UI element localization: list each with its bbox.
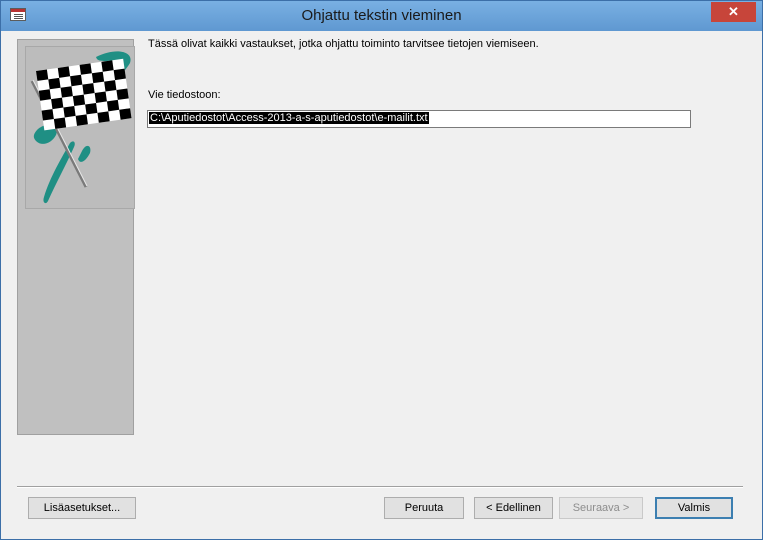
advanced-button[interactable]: Lisäasetukset... <box>28 497 136 519</box>
file-path-input[interactable]: C:\Aputiedostot\Access-2013-a-s-aputiedo… <box>147 110 691 128</box>
side-panel <box>17 39 135 435</box>
button-separator <box>17 486 743 488</box>
title-bar[interactable]: Ohjattu tekstin vieminen ✕ <box>1 1 762 31</box>
window-title: Ohjattu tekstin vieminen <box>301 7 462 24</box>
export-file-label: Vie tiedostoon: <box>148 89 221 101</box>
close-button[interactable]: ✕ <box>711 2 756 22</box>
file-path-value: C:\Aputiedostot\Access-2013-a-s-aputiedo… <box>149 112 429 124</box>
next-button[interactable]: Seuraava > <box>559 497 643 519</box>
wizard-body: Tässä olivat kaikki vastaukset, jotka oh… <box>8 31 755 532</box>
back-button[interactable]: < Edellinen <box>474 497 553 519</box>
cancel-button[interactable]: Peruuta <box>384 497 464 519</box>
wizard-window: Ohjattu tekstin vieminen ✕ Tässä olivat … <box>0 0 763 540</box>
finish-button[interactable]: Valmis <box>655 497 733 519</box>
checkered-flag-icon <box>25 46 135 209</box>
intro-text: Tässä olivat kaikki vastaukset, jotka oh… <box>148 38 539 50</box>
